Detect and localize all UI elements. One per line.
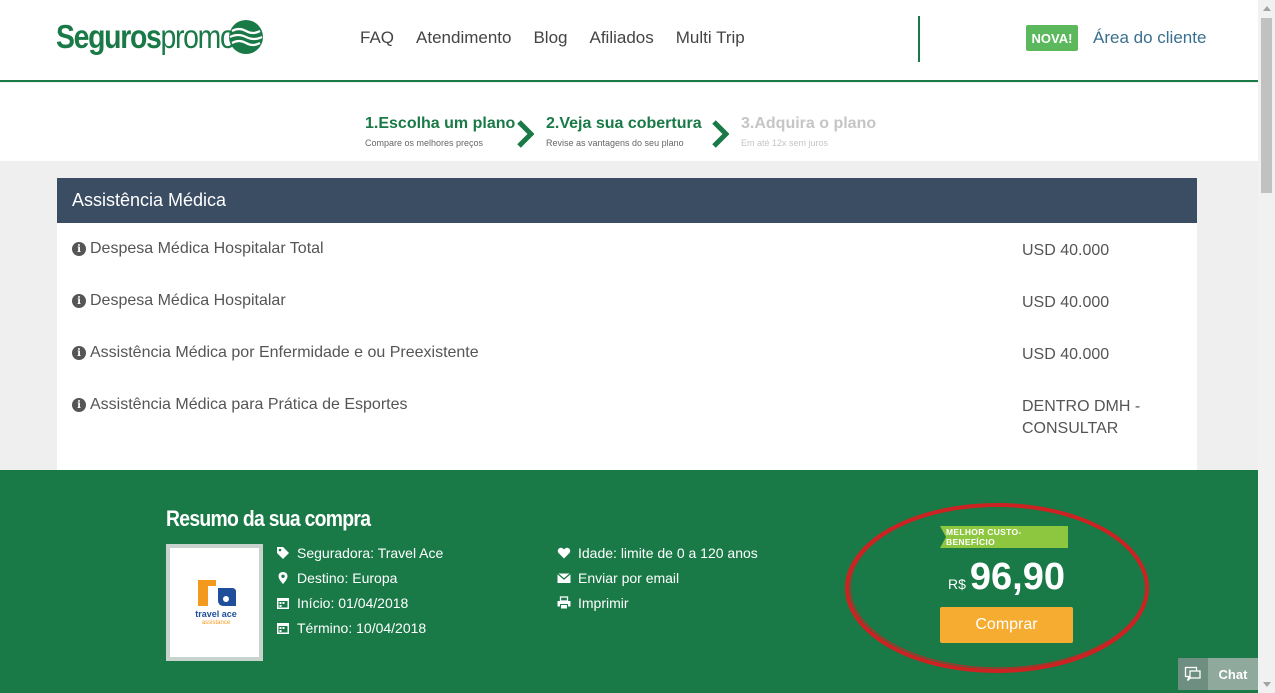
brand-line-2: assistance [202, 620, 231, 626]
print-label: Imprimir [578, 594, 629, 611]
coverage-label: Despesa Médica Hospitalar [90, 292, 286, 309]
nav-multi-trip[interactable]: Multi Trip [676, 28, 745, 48]
detail-text: Destino: Europa [297, 569, 398, 586]
step-subtitle: Revise as vantagens do seu plano [546, 138, 684, 148]
purchase-summary: Resumo da sua compra travel ace assistan… [0, 470, 1258, 693]
heart-icon [557, 547, 571, 558]
summary-title: Resumo da sua compra [166, 506, 371, 531]
checkout-steps: 1.Escolha um plano Compare os melhores p… [0, 83, 1258, 161]
tag-icon [277, 546, 289, 559]
detail-text: Seguradora: Travel Ace [297, 544, 444, 561]
price-display: R$ 96,90 [948, 556, 1065, 599]
summary-details: Seguradora: Travel Ace Destino: Europa I… [276, 540, 443, 640]
scroll-down-arrow-icon[interactable] [1258, 676, 1275, 693]
coverage-panel: Assistência Médica i Despesa Médica Hospi… [57, 178, 1197, 470]
insurer-logo-box: travel ace assistance [166, 544, 263, 661]
detail-text: Idade: limite de 0 a 120 anos [578, 544, 758, 561]
coverage-value: USD 40.000 [1022, 346, 1110, 363]
site-logo[interactable]: Segurospromo [56, 18, 264, 56]
logo-text-bold: Seguros [56, 18, 162, 55]
info-icon[interactable]: i [72, 398, 86, 412]
coverage-value: USD 40.000 [1022, 294, 1110, 311]
logo-text: Segurospromo [56, 18, 236, 56]
detail-end-date: Término: 10/04/2018 [276, 615, 443, 640]
coverage-value: USD 40.000 [1022, 242, 1110, 259]
chevron-right-icon [517, 120, 534, 148]
send-email-label: Enviar por email [578, 569, 680, 586]
detail-insurer: Seguradora: Travel Ace [276, 540, 443, 565]
buy-button[interactable]: Comprar [940, 607, 1073, 643]
step-subtitle: Em até 12x sem juros [741, 138, 829, 148]
map-pin-icon [278, 571, 288, 584]
step-subtitle: Compare os melhores preços [365, 138, 484, 148]
step-title: 3.Adquira o plano [741, 115, 877, 132]
chat-label: Chat [1208, 658, 1258, 690]
envelope-icon [557, 572, 571, 583]
scroll-thumb[interactable] [1261, 18, 1272, 193]
main-nav: FAQ Atendimento Blog Afiliados Multi Tri… [360, 28, 745, 48]
nav-blog[interactable]: Blog [533, 28, 567, 48]
travel-ace-logo: travel ace assistance [195, 580, 237, 626]
summary-extras: Idade: limite de 0 a 120 anos Enviar por… [557, 540, 758, 615]
new-badge: NOVA! [1026, 25, 1078, 51]
nav-afiliados[interactable]: Afiliados [590, 28, 654, 48]
detail-age-limit: Idade: limite de 0 a 120 anos [557, 540, 758, 565]
coverage-heading: Assistência Médica [57, 178, 1197, 223]
nav-faq[interactable]: FAQ [360, 28, 394, 48]
chat-widget[interactable]: Chat [1178, 658, 1258, 690]
site-header: Segurospromo FAQ Atendimento Blog Afilia… [0, 0, 1258, 82]
info-icon[interactable]: i [72, 294, 86, 308]
best-value-ribbon: MELHOR CUSTO-BENEFÍCIO [940, 526, 1068, 548]
detail-text: Término: 10/04/2018 [297, 619, 427, 636]
chevron-right-icon [712, 120, 729, 148]
step-title: 1.Escolha um plano [365, 115, 516, 132]
coverage-label: Assistência Médica para Prática de Espor… [90, 396, 408, 413]
step-title: 2.Veja sua cobertura [546, 115, 702, 132]
calendar-icon [277, 622, 289, 634]
step-choose-plan[interactable]: 1.Escolha um plano Compare os melhores p… [365, 115, 515, 148]
detail-start-date: Início: 01/04/2018 [276, 590, 443, 615]
detail-text: Início: 01/04/2018 [297, 594, 409, 611]
step-view-coverage[interactable]: 2.Veja sua cobertura Revise as vantagens… [546, 115, 702, 148]
printer-icon [557, 595, 571, 609]
scroll-up-arrow-icon[interactable] [1258, 0, 1275, 17]
header-divider [918, 16, 920, 62]
price-currency: R$ [948, 576, 966, 592]
detail-destination: Destino: Europa [276, 565, 443, 590]
info-icon[interactable]: i [72, 242, 86, 256]
print-link[interactable]: Imprimir [557, 590, 758, 615]
nav-atendimento[interactable]: Atendimento [416, 28, 511, 48]
logo-waves-icon [229, 20, 263, 54]
info-icon[interactable]: i [72, 346, 86, 360]
brand-line-1: travel ace [195, 609, 237, 619]
calendar-icon [277, 597, 289, 609]
coverage-label: Assistência Médica por Enfermidade e ou … [90, 344, 479, 361]
coverage-label: Despesa Médica Hospitalar Total [90, 240, 324, 257]
coverage-value: DENTRO DMH - CONSULTAR [1022, 398, 1141, 437]
logo-text-light: promo [160, 18, 236, 55]
page-scrollbar[interactable] [1258, 0, 1275, 693]
send-email-link[interactable]: Enviar por email [557, 565, 758, 590]
chat-bubble-icon [1178, 658, 1208, 690]
price-amount: 96,90 [969, 556, 1065, 598]
step-buy-plan: 3.Adquira o plano Em até 12x sem juros [741, 115, 876, 148]
client-area-link[interactable]: Área do cliente [1093, 28, 1206, 48]
